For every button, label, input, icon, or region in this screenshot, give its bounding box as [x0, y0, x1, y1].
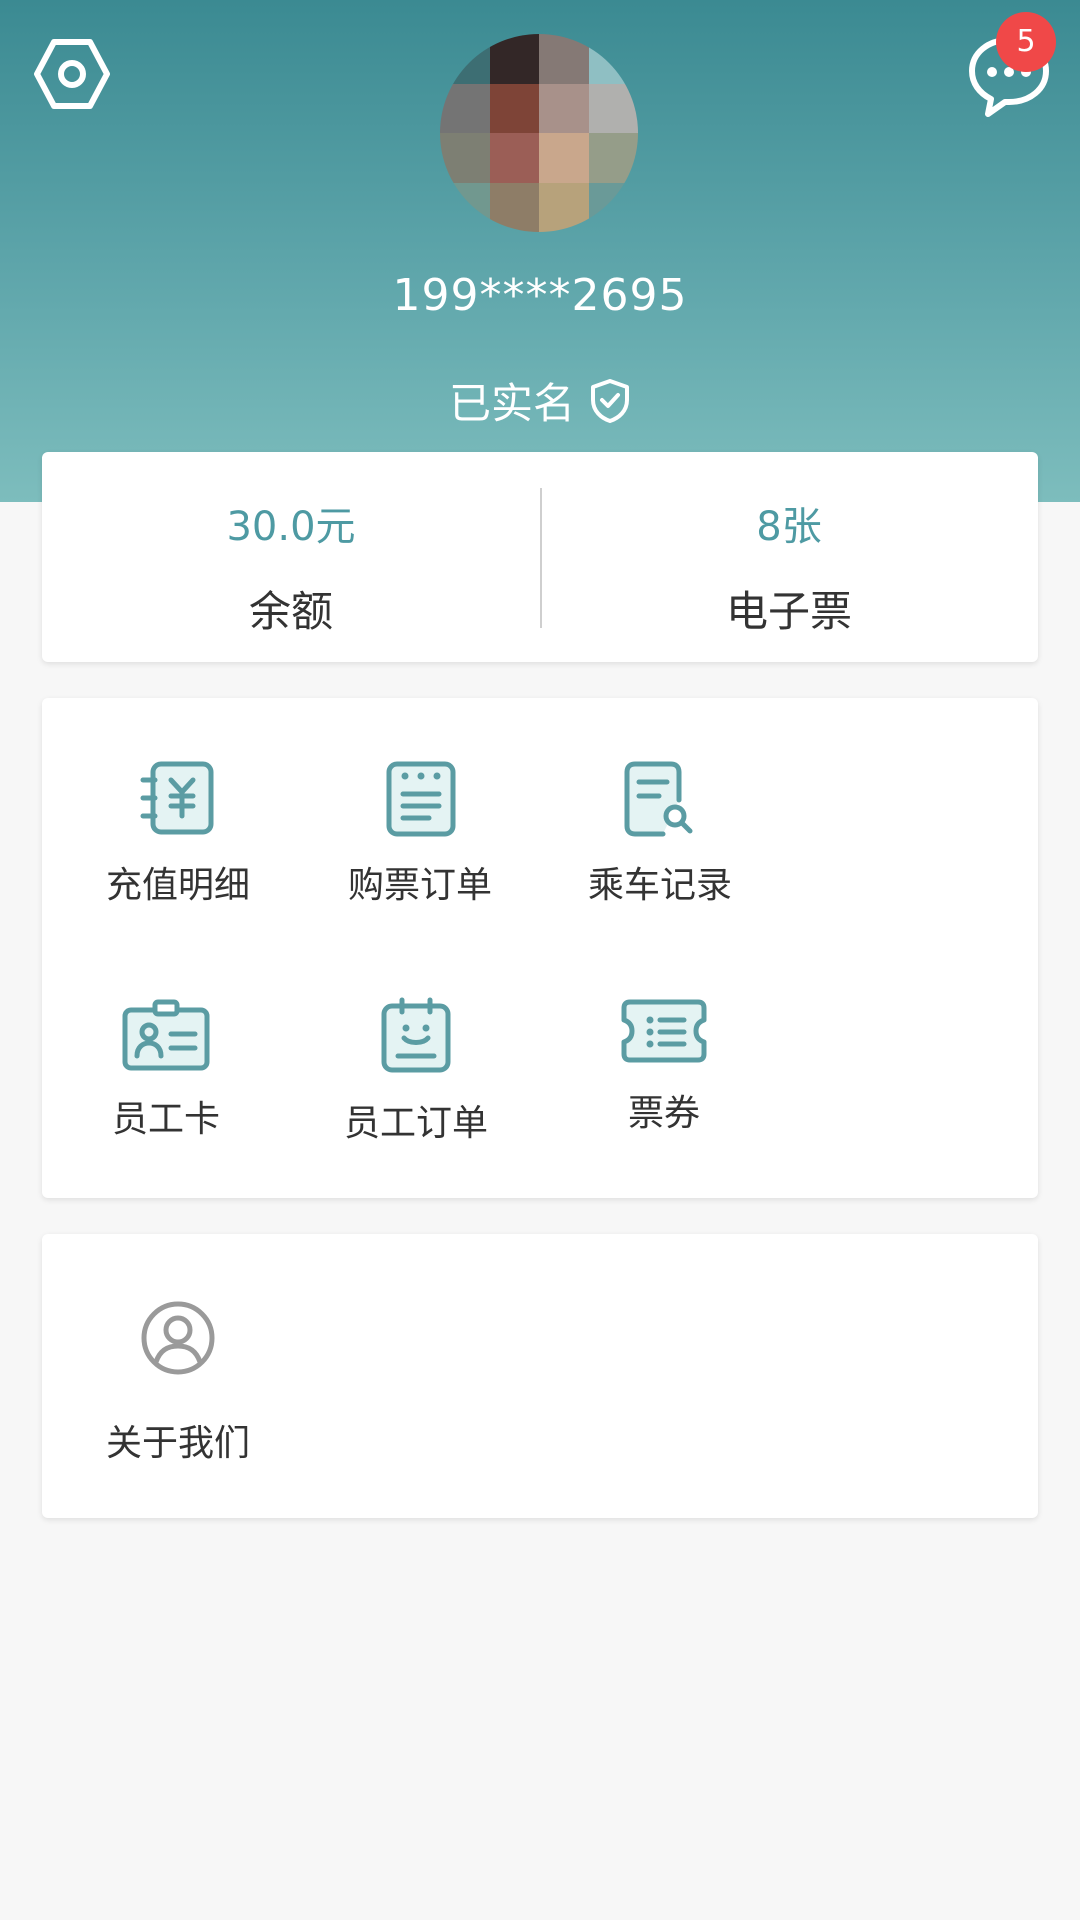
menu-item-coupon[interactable]: 票券	[564, 996, 764, 1136]
menu-item-employee-order[interactable]: 员工订单	[316, 996, 516, 1146]
menu-item-ticket-order[interactable]: 购票订单	[320, 758, 520, 908]
services-menu-card: 充值明细 购票订单 乘车记录 员工卡 员工订单 票券	[42, 698, 1038, 1198]
menu-item-label: 员工订单	[343, 1103, 488, 1144]
coupon-icon	[621, 999, 707, 1063]
user-circle-icon	[141, 1301, 215, 1375]
about-label: 关于我们	[105, 1423, 250, 1464]
verified-label: 已实名	[448, 379, 575, 428]
menu-item-employee-card[interactable]: 员工卡	[66, 996, 266, 1142]
employee-order-icon	[381, 997, 451, 1073]
menu-item-about-us[interactable]: 关于我们	[78, 1300, 278, 1466]
verification-status[interactable]: 已实名	[0, 370, 1080, 431]
menu-item-ride-record[interactable]: 乘车记录	[560, 758, 760, 908]
menu-item-label: 员工卡	[111, 1099, 220, 1140]
balance-stat[interactable]: 30.0元 余额	[42, 452, 540, 662]
avatar[interactable]	[440, 34, 638, 232]
ticket-order-icon	[386, 761, 456, 837]
recharge-detail-icon	[140, 761, 214, 835]
eticket-label: 电子票	[725, 587, 852, 636]
phone-number: 199****2695	[392, 270, 688, 321]
message-count-badge: 5	[996, 12, 1056, 72]
menu-item-recharge-detail[interactable]: 充值明细	[78, 758, 278, 908]
menu-item-label: 票券	[627, 1093, 700, 1134]
shield-check-icon	[591, 378, 629, 423]
menu-item-label: 乘车记录	[587, 865, 732, 906]
eticket-stat[interactable]: 8张 电子票	[540, 452, 1038, 662]
menu-item-label: 充值明细	[105, 865, 250, 906]
eticket-value: 8张	[756, 504, 822, 550]
ride-record-icon	[624, 761, 693, 837]
menu-item-label: 购票订单	[347, 865, 492, 906]
employee-card-icon	[122, 999, 210, 1071]
balance-label: 余额	[248, 587, 333, 636]
hexagon-settings-icon	[34, 39, 110, 109]
settings-button[interactable]	[34, 36, 110, 112]
account-stats-card: 30.0元 余额 8张 电子票	[42, 452, 1038, 662]
about-card: 关于我们	[42, 1234, 1038, 1518]
balance-value: 30.0元	[226, 504, 356, 550]
